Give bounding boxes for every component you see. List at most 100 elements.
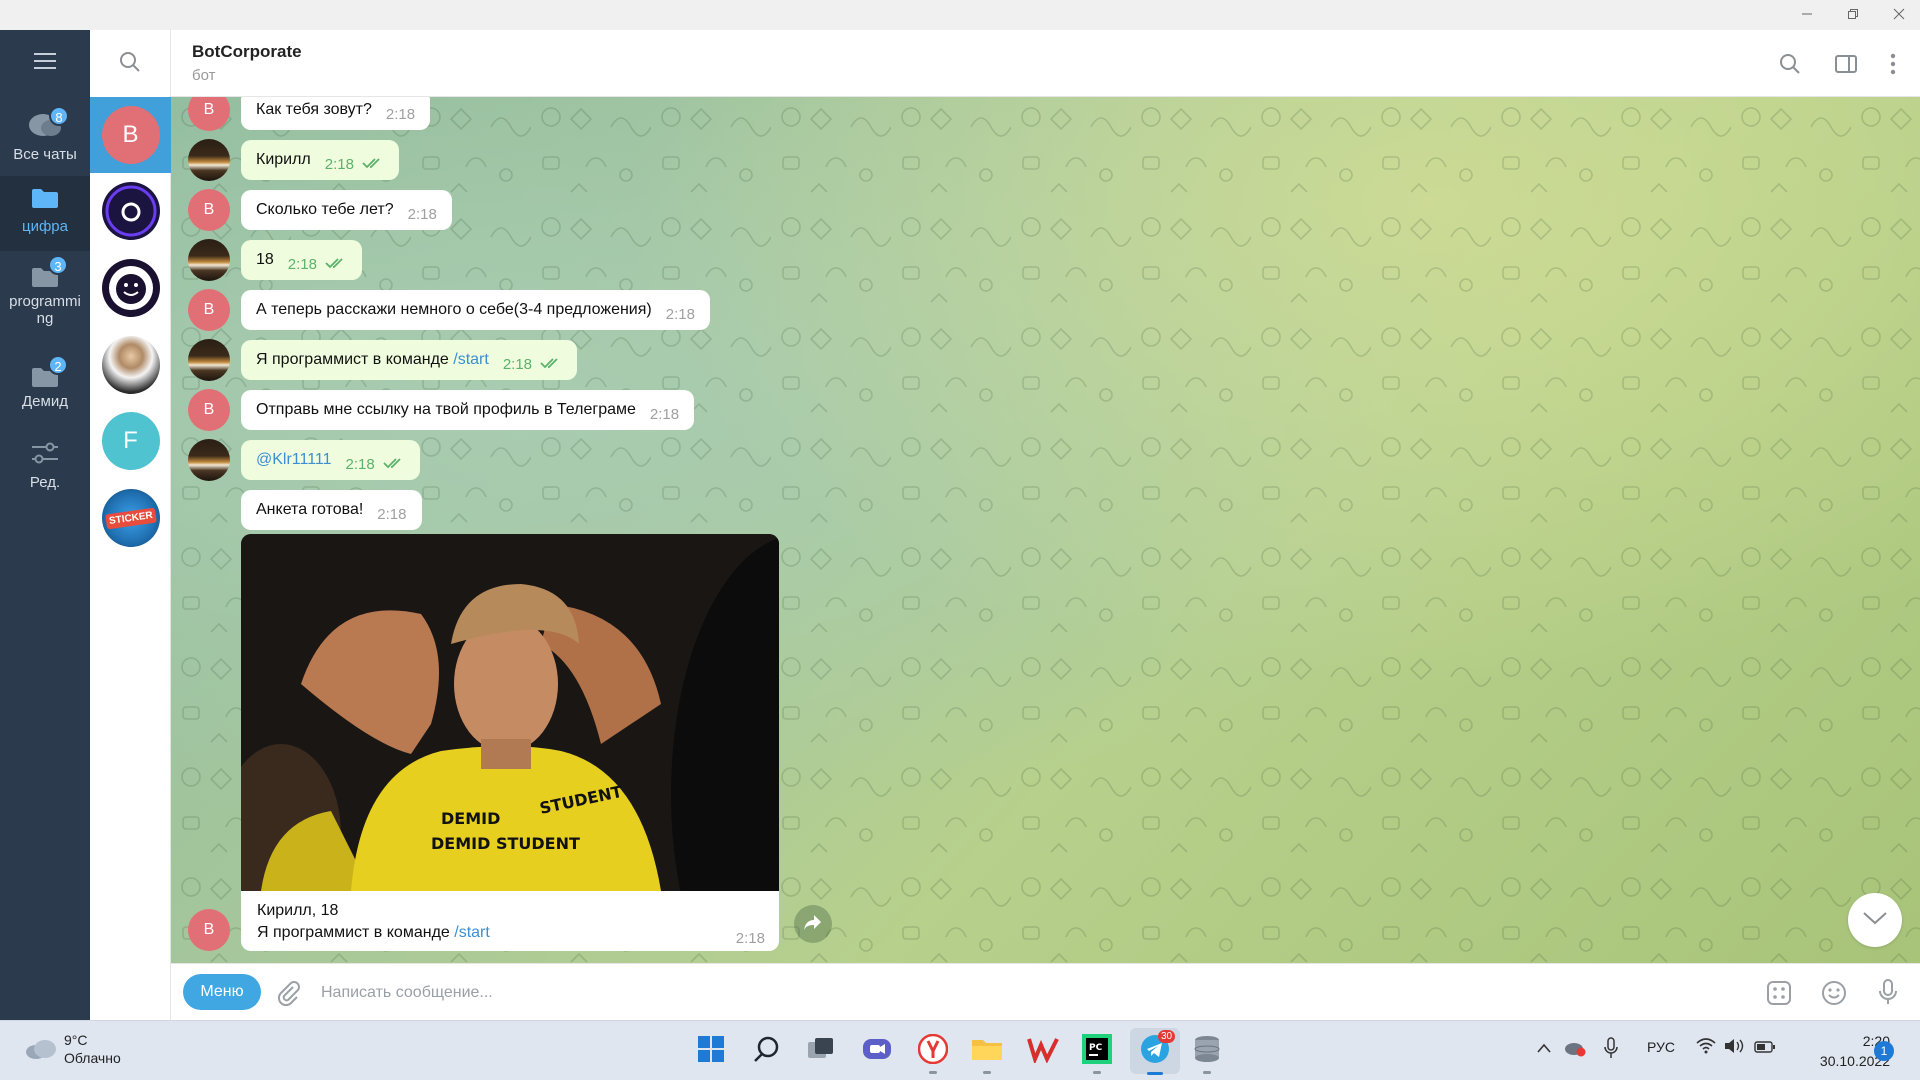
folder-label: programming — [9, 293, 81, 327]
chat-subtitle: бот — [192, 67, 216, 84]
bot-command-link[interactable]: /start — [453, 351, 489, 369]
bot-commands-icon[interactable] — [1766, 980, 1792, 1011]
taskbar-app-yandex[interactable] — [916, 1033, 950, 1074]
running-indicator — [929, 1071, 937, 1074]
double-check-icon — [540, 358, 558, 369]
input-language[interactable]: РУС — [1647, 1039, 1675, 1055]
double-check-icon — [383, 458, 401, 469]
more-options-icon[interactable] — [1887, 52, 1899, 81]
chevron-up-icon[interactable] — [1536, 1041, 1552, 1057]
folder-edit[interactable]: Ред. — [0, 440, 90, 491]
message-bubble[interactable]: А теперь расскажи немного о себе(3-4 пре… — [241, 290, 710, 330]
message-time: 2:18 — [407, 205, 437, 223]
svg-text:DEMID: DEMID — [441, 809, 500, 828]
notification-badge: 30 — [1158, 1030, 1176, 1043]
chat-item[interactable] — [90, 173, 171, 249]
taskbar-app-chat[interactable] — [860, 1034, 894, 1068]
weather-widget[interactable]: 9°C Облачно — [24, 1031, 144, 1071]
forward-icon — [803, 913, 823, 936]
folder-demid[interactable]: 2 Демид — [0, 355, 90, 410]
chevron-down-icon — [1862, 910, 1888, 931]
wps-office-icon — [1027, 1035, 1059, 1068]
folder-icon — [0, 186, 90, 214]
forward-button[interactable] — [794, 905, 832, 943]
chat-item[interactable] — [90, 327, 171, 403]
onedrive-error-icon[interactable] — [1564, 1039, 1586, 1060]
bot-command-link[interactable]: /start — [454, 924, 490, 941]
sidebar-toggle-icon[interactable] — [1834, 52, 1858, 81]
chat-item[interactable]: F — [90, 403, 171, 479]
close-icon[interactable] — [1892, 7, 1906, 21]
message-bubble[interactable]: @Klr11111 2:18 — [241, 440, 420, 480]
svg-text:PC: PC — [1089, 1043, 1103, 1053]
chat-item[interactable]: STICKER — [90, 480, 171, 556]
message-area[interactable]: B Как тебя зовут? 2:18 Кирилл 2:18 B Сколь… — [171, 97, 1920, 963]
video-chat-icon — [862, 1036, 892, 1067]
running-indicator — [983, 1071, 991, 1074]
avatar — [188, 139, 230, 181]
profile-photo[interactable]: DEMID STUDENT DEMID STUDENT — [241, 534, 779, 891]
photo-message[interactable]: DEMID STUDENT DEMID STUDENT Кирилл, 18 Я… — [241, 534, 779, 951]
taskbar-app-explorer[interactable] — [970, 1034, 1004, 1074]
message-time: 2:18 — [345, 455, 375, 473]
message-bubble[interactable]: Отправь мне ссылку на твой профиль в Тел… — [241, 390, 695, 430]
message-time: 2:18 — [377, 505, 407, 523]
folder-programming[interactable]: 3 programming — [0, 255, 90, 327]
folder-label: Демид — [22, 393, 68, 410]
svg-text:DEMID STUDENT: DEMID STUDENT — [431, 834, 580, 853]
taskbar-search-button[interactable] — [750, 1034, 784, 1068]
start-button[interactable] — [694, 1034, 728, 1068]
avatar — [188, 339, 230, 381]
folder-all-chats[interactable]: 8 Все чаты — [0, 106, 90, 163]
bot-menu-button[interactable]: Меню — [183, 974, 261, 1010]
taskbar-app-telegram[interactable]: 30 — [1130, 1028, 1180, 1075]
window-titlebar — [0, 0, 1920, 30]
chat-item-botcorporate[interactable]: B — [90, 97, 171, 173]
message-input[interactable] — [321, 964, 1721, 1021]
attach-icon[interactable] — [275, 980, 301, 1011]
avatar — [188, 239, 230, 281]
running-indicator — [1203, 1071, 1211, 1074]
message-bubble[interactable]: Я программист в команде /start 2:18 — [241, 340, 578, 380]
taskbar-app-database[interactable] — [1190, 1034, 1224, 1074]
avatar: B — [188, 189, 230, 231]
temperature: 9°C — [64, 1032, 88, 1048]
weather-condition: Облачно — [64, 1050, 121, 1066]
restore-icon[interactable] — [1846, 7, 1860, 21]
message-bubble[interactable]: 18 2:18 — [241, 240, 362, 280]
emoji-icon[interactable] — [1821, 980, 1847, 1011]
taskbar-app-pycharm[interactable]: PC — [1080, 1033, 1114, 1074]
wifi-icon[interactable] — [1696, 1038, 1716, 1057]
message-bubble[interactable]: Кирилл 2:18 — [241, 140, 399, 180]
chat-header[interactable]: BotCorporate бот — [171, 30, 1920, 97]
chat-title: BotCorporate — [192, 42, 302, 61]
volume-icon[interactable] — [1724, 1038, 1744, 1057]
task-view-button[interactable] — [804, 1034, 838, 1068]
microphone-icon[interactable] — [1877, 978, 1899, 1011]
hamburger-menu-icon[interactable] — [32, 52, 58, 75]
running-indicator — [1093, 1071, 1101, 1074]
microphone-icon[interactable] — [1604, 1037, 1618, 1062]
folder-badge: 2 — [48, 355, 68, 375]
message-bubble[interactable]: Анкета готова! 2:18 — [241, 490, 422, 530]
battery-icon[interactable] — [1754, 1040, 1776, 1056]
file-explorer-icon — [971, 1036, 1003, 1067]
message-bubble[interactable]: Как тебя зовут? 2:18 — [241, 97, 431, 130]
avatar: F — [101, 412, 160, 470]
chat-item[interactable] — [90, 250, 171, 326]
taskbar-app-wps[interactable] — [1026, 1034, 1060, 1068]
scroll-to-bottom-button[interactable] — [1848, 893, 1902, 947]
username-link[interactable]: @Klr11111 — [256, 451, 332, 469]
search-icon[interactable] — [118, 50, 142, 79]
database-icon — [1193, 1034, 1221, 1069]
folder-tsifra[interactable]: цифра — [0, 176, 90, 251]
search-icon[interactable] — [1778, 52, 1802, 81]
folder-sidebar: 8 Все чаты цифра 3 programming 2 Демид Р… — [0, 30, 90, 1020]
folder-label: цифра — [22, 218, 68, 235]
notification-count-badge[interactable]: 1 — [1874, 1041, 1894, 1061]
double-check-icon — [325, 258, 343, 269]
message-bubble[interactable]: Сколько тебе лет? 2:18 — [241, 190, 452, 230]
message-time: 2:18 — [385, 105, 416, 123]
cloud-icon — [24, 1037, 58, 1066]
minimize-icon[interactable] — [1800, 7, 1814, 21]
